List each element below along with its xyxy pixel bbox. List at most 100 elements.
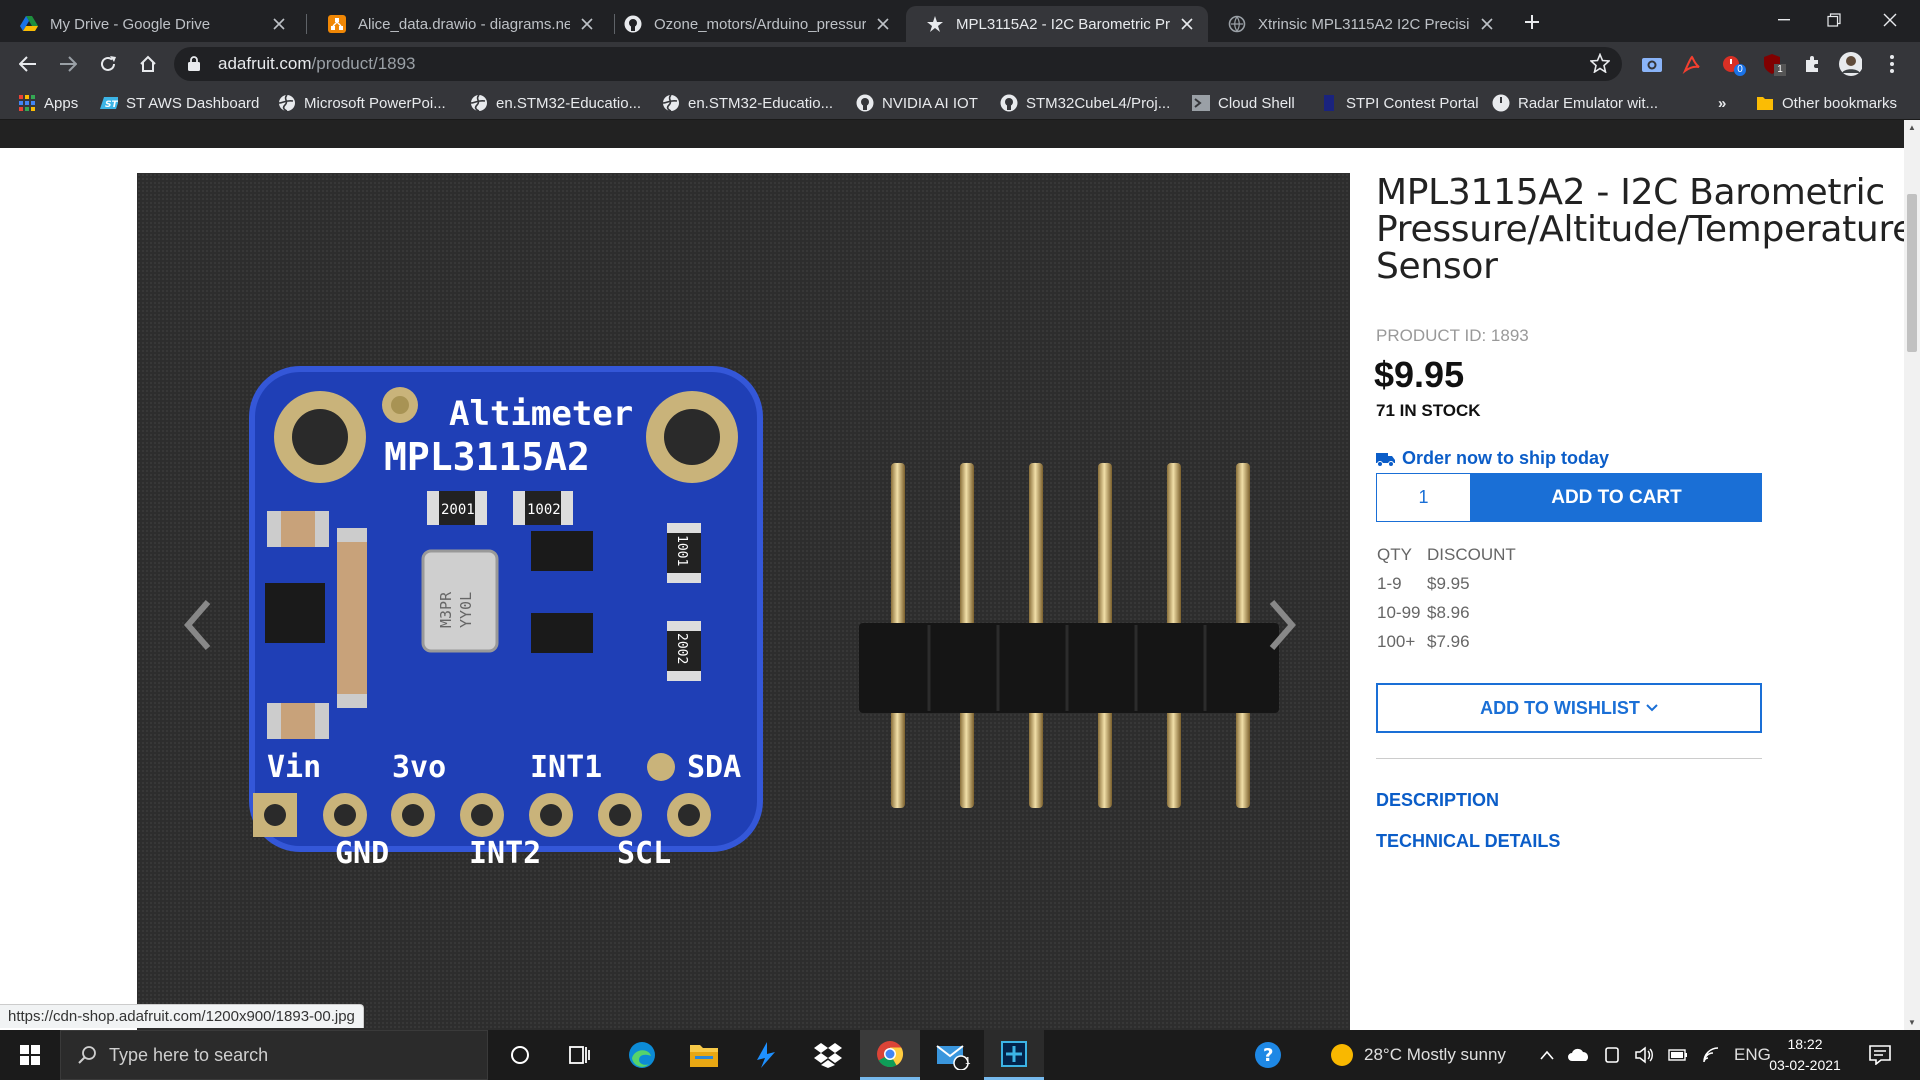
dropbox-app[interactable] — [798, 1030, 858, 1080]
mail-badge: 1 — [965, 1056, 971, 1067]
bookmark-icon — [1320, 94, 1338, 112]
address-bar[interactable]: adafruit.com/product/1893 — [174, 47, 1622, 81]
bookmark-label: STPI Contest Portal — [1346, 94, 1479, 112]
google-drive-icon — [20, 15, 38, 33]
carousel-next-button[interactable] — [1268, 598, 1298, 657]
pin-label: 3vo — [392, 750, 446, 785]
bookmark-label: en.STM32-Educatio... — [496, 94, 642, 112]
carousel-prev-button[interactable] — [182, 598, 212, 657]
ublock-extension-icon[interactable]: 1 — [1760, 52, 1786, 76]
profile-avatar[interactable] — [1838, 52, 1862, 76]
other-bookmarks[interactable]: Other bookmarks — [1756, 93, 1897, 113]
add-to-wishlist-button[interactable]: ADD TO WISHLIST — [1376, 683, 1762, 733]
resistor-label: 1001 — [674, 535, 689, 566]
close-tab-icon[interactable] — [1178, 15, 1196, 33]
discount-price: $9.95 — [1427, 574, 1470, 593]
page-scrollbar[interactable]: ▲ ▼ — [1904, 120, 1920, 1030]
tab-xtrinsic[interactable]: Xtrinsic MPL3115A2 I2C Precision — [1208, 6, 1508, 42]
bookmark-st-aws[interactable]: ST ST AWS Dashboard — [100, 93, 259, 113]
bookmarks-overflow-button[interactable]: » — [1718, 93, 1726, 113]
close-window-button[interactable] — [1860, 0, 1920, 40]
add-to-cart-button[interactable]: ADD TO CART — [1471, 473, 1762, 522]
pin-label: Vin — [267, 750, 321, 785]
tab-github-ozone[interactable]: Ozone_motors/Arduino_pressure — [604, 6, 904, 42]
chevron-up-icon[interactable] — [1540, 1050, 1554, 1060]
bookmark-stm32-edu-1[interactable]: en.STM32-Educatio... — [470, 93, 641, 113]
task-view-button[interactable] — [550, 1030, 610, 1080]
bookmark-powerpoint[interactable]: Microsoft PowerPoi... — [278, 93, 446, 113]
wifi-icon[interactable] — [1702, 1046, 1720, 1064]
scroll-down-arrow-icon[interactable]: ▼ — [1908, 1018, 1916, 1027]
bookmark-cloud-shell[interactable]: Cloud Shell — [1192, 93, 1295, 113]
restore-button[interactable] — [1804, 0, 1864, 40]
back-button[interactable] — [12, 48, 44, 80]
puzzle-extensions-icon[interactable] — [1800, 52, 1824, 76]
technical-details-link[interactable]: TECHNICAL DETAILS — [1376, 831, 1560, 852]
taskbar-search-box[interactable]: Type here to search — [60, 1030, 488, 1080]
tab-separator — [306, 14, 307, 34]
bookmark-stpi[interactable]: STPI Contest Portal — [1320, 93, 1479, 113]
pin-label: SDA — [687, 750, 741, 785]
reload-button[interactable] — [92, 48, 124, 80]
notification-center-button[interactable] — [1852, 1030, 1908, 1080]
onedrive-cloud-icon[interactable] — [1568, 1048, 1590, 1062]
svg-text:ST: ST — [105, 100, 118, 109]
file-explorer-app[interactable] — [674, 1030, 734, 1080]
scroll-up-arrow-icon[interactable]: ▲ — [1908, 123, 1916, 132]
help-tray-icon[interactable]: ? — [1238, 1030, 1298, 1080]
system-tray: ENG — [1540, 1030, 1771, 1080]
speaker-icon[interactable] — [1634, 1046, 1654, 1064]
close-tab-icon[interactable] — [578, 15, 596, 33]
azure-icon — [757, 1042, 775, 1068]
new-tab-button[interactable] — [1518, 8, 1546, 36]
stopwatch-extension-icon[interactable]: 0 — [1720, 52, 1746, 76]
weather-widget[interactable]: 28°C Mostly sunny — [1330, 1030, 1506, 1080]
description-link[interactable]: DESCRIPTION — [1376, 790, 1499, 811]
help-question-icon: ? — [1255, 1042, 1281, 1068]
chrome-menu-icon[interactable] — [1880, 52, 1904, 76]
bookmark-star-icon[interactable] — [1589, 52, 1611, 78]
clock-time: 18:22 — [1787, 1036, 1823, 1052]
forward-button[interactable] — [52, 48, 84, 80]
edge-app[interactable] — [612, 1030, 672, 1080]
ship-note: Order now to ship today — [1376, 448, 1609, 469]
close-tab-icon[interactable] — [270, 15, 288, 33]
tab-google-drive[interactable]: My Drive - Google Drive — [0, 6, 300, 42]
forward-arrow-icon — [60, 56, 77, 72]
product-photo[interactable]: Altimeter MPL3115A2 2001 1002 1001 2002 … — [137, 173, 1350, 1030]
tab-adafruit-active[interactable]: MPL3115A2 - I2C Barometric Pre — [906, 6, 1208, 42]
network-device-icon[interactable] — [1604, 1046, 1620, 1064]
close-tab-icon[interactable] — [874, 15, 892, 33]
sun-icon — [1331, 1044, 1353, 1066]
tab-drawio[interactable]: Alice_data.drawio - diagrams.net — [308, 6, 608, 42]
close-tab-icon[interactable] — [1478, 15, 1496, 33]
stm32-app[interactable] — [984, 1030, 1044, 1080]
windows-taskbar: Type here to search 1 ? 28°C Mostly sunn… — [0, 1030, 1920, 1080]
mail-app[interactable]: 1 — [922, 1030, 982, 1080]
dropbox-icon — [814, 1043, 842, 1068]
bookmark-nvidia[interactable]: NVIDIA AI IOT — [856, 93, 978, 113]
azure-app[interactable] — [736, 1030, 796, 1080]
bookmark-stm32cube[interactable]: STM32CubeL4/Proj... — [1000, 93, 1170, 113]
cortana-button[interactable] — [490, 1030, 550, 1080]
acrobat-extension-icon[interactable] — [1680, 52, 1704, 76]
scrollbar-thumb[interactable] — [1907, 194, 1917, 352]
pin-label: SCL — [617, 836, 671, 871]
resistor-label: 2002 — [674, 633, 689, 664]
bookmark-apps[interactable]: Apps — [18, 93, 78, 113]
start-button[interactable] — [0, 1030, 60, 1080]
tab-title: MPL3115A2 - I2C Barometric Pre — [956, 15, 1170, 33]
camera-extension-icon[interactable] — [1640, 52, 1664, 76]
sensor-board-illustration: Altimeter MPL3115A2 2001 1002 1001 2002 … — [249, 366, 1279, 871]
product-title: MPL3115A2 - I2C Barometric Pressure/Alti… — [1376, 172, 1904, 287]
home-button[interactable] — [132, 48, 164, 80]
chrome-app[interactable] — [860, 1030, 920, 1080]
bookmark-label: STM32CubeL4/Proj... — [1026, 94, 1171, 112]
quantity-input[interactable]: 1 — [1376, 473, 1471, 522]
bookmark-radar[interactable]: Radar Emulator wit... — [1492, 93, 1658, 113]
bookmark-stm32-edu-2[interactable]: en.STM32-Educatio... — [662, 93, 833, 113]
battery-icon[interactable] — [1668, 1049, 1688, 1061]
clock[interactable]: 18:22 03-02-2021 — [1760, 1034, 1850, 1076]
discount-qty: 100+ — [1377, 632, 1416, 651]
globe-icon — [1228, 15, 1246, 33]
